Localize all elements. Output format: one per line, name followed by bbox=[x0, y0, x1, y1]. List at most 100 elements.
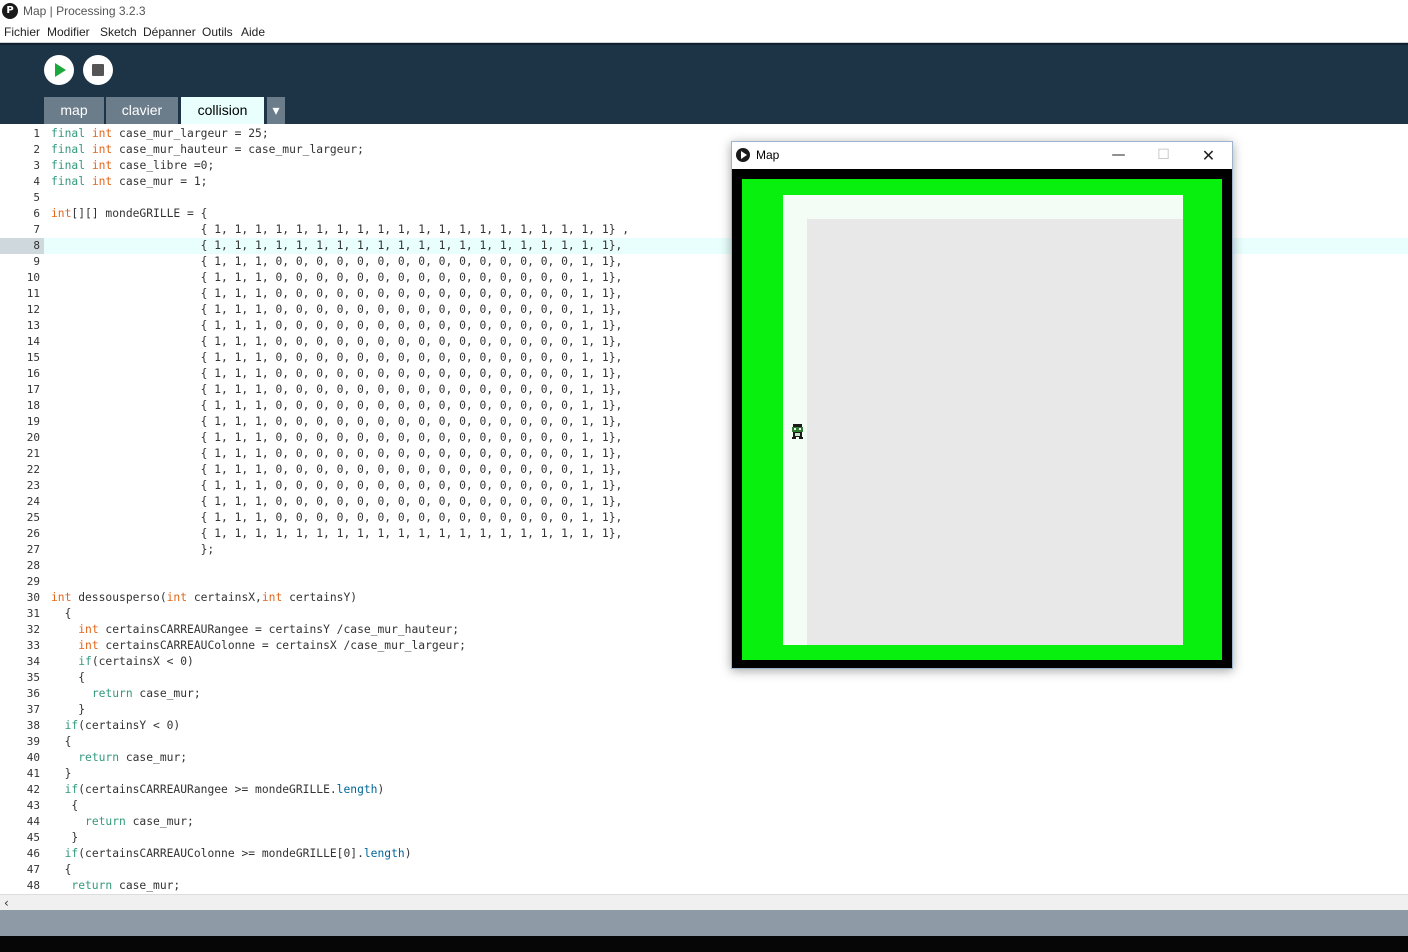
line-number: 4 bbox=[33, 175, 40, 188]
menu-modifier[interactable]: Modifier bbox=[47, 25, 90, 39]
code-line[interactable]: 47 { bbox=[0, 862, 1408, 878]
code-text: { 1, 1, 1, 0, 0, 0, 0, 0, 0, 0, 0, 0, 0,… bbox=[51, 271, 623, 284]
line-number: 14 bbox=[26, 335, 40, 348]
code-line[interactable]: 38 if(certainsY < 0) bbox=[0, 718, 1408, 734]
code-text: { bbox=[51, 607, 72, 620]
line-number: 27 bbox=[26, 543, 40, 556]
line-number: 13 bbox=[26, 319, 40, 332]
line-number: 1 bbox=[33, 127, 40, 140]
line-number: 35 bbox=[26, 671, 40, 684]
line-number: 42 bbox=[26, 783, 40, 796]
code-line[interactable]: 43 { bbox=[0, 798, 1408, 814]
line-number: 6 bbox=[33, 207, 40, 220]
line-number: 25 bbox=[26, 511, 40, 524]
maximize-button[interactable]: ☐ bbox=[1141, 142, 1186, 169]
code-text: { 1, 1, 1, 0, 0, 0, 0, 0, 0, 0, 0, 0, 0,… bbox=[51, 367, 623, 380]
stop-button[interactable] bbox=[83, 55, 113, 85]
code-text: return case_mur; bbox=[85, 815, 194, 828]
code-text: } bbox=[51, 767, 72, 780]
code-text: { 1, 1, 1, 0, 0, 0, 0, 0, 0, 0, 0, 0, 0,… bbox=[51, 415, 623, 428]
line-number: 36 bbox=[26, 687, 40, 700]
processing-run-icon bbox=[736, 148, 750, 162]
line-number: 19 bbox=[26, 415, 40, 428]
code-line[interactable]: 37 } bbox=[0, 702, 1408, 718]
tab-map[interactable]: map bbox=[44, 97, 104, 124]
line-number: 45 bbox=[26, 831, 40, 844]
console-area bbox=[0, 936, 1408, 952]
sketch-window-title: Map bbox=[756, 148, 780, 162]
code-line[interactable]: 36 return case_mur; bbox=[0, 686, 1408, 702]
menu-depanner[interactable]: Dépanner bbox=[143, 25, 196, 39]
player-sprite-icon bbox=[792, 424, 803, 439]
code-line[interactable]: 39 { bbox=[0, 734, 1408, 750]
code-line[interactable]: 46 if(certainsCARREAUColonne >= mondeGRI… bbox=[0, 846, 1408, 862]
line-number: 2 bbox=[33, 143, 40, 156]
floor-area bbox=[807, 219, 1183, 645]
line-number: 31 bbox=[26, 607, 40, 620]
line-number: 22 bbox=[26, 463, 40, 476]
run-button[interactable] bbox=[44, 55, 74, 85]
code-text: { bbox=[51, 863, 72, 876]
tab-clavier[interactable]: clavier bbox=[106, 97, 178, 124]
line-number: 37 bbox=[26, 703, 40, 716]
code-text: { 1, 1, 1, 0, 0, 0, 0, 0, 0, 0, 0, 0, 0,… bbox=[51, 319, 623, 332]
code-text: { bbox=[51, 735, 72, 748]
sketch-window-titlebar[interactable]: Map — ☐ ✕ bbox=[732, 142, 1232, 169]
sketch-canvas[interactable] bbox=[732, 169, 1232, 668]
code-text: return case_mur; bbox=[91, 687, 201, 700]
line-number: 18 bbox=[26, 399, 40, 412]
minimize-button[interactable]: — bbox=[1096, 142, 1141, 169]
menu-aide[interactable]: Aide bbox=[241, 25, 265, 39]
line-number: 48 bbox=[26, 879, 40, 892]
line-number: 39 bbox=[26, 735, 40, 748]
window-title: Map | Processing 3.2.3 bbox=[23, 4, 146, 18]
code-line[interactable]: 35 { bbox=[0, 670, 1408, 686]
code-text: { 1, 1, 1, 1, 1, 1, 1, 1, 1, 1, 1, 1, 1,… bbox=[51, 239, 623, 252]
processing-app-icon: P bbox=[2, 3, 18, 19]
toolbar: map clavier collision ▾ bbox=[0, 43, 1408, 124]
line-number: 30 bbox=[26, 591, 40, 604]
menu-outils[interactable]: Outils bbox=[202, 25, 233, 39]
line-number: 47 bbox=[26, 863, 40, 876]
code-text: { 1, 1, 1, 0, 0, 0, 0, 0, 0, 0, 0, 0, 0,… bbox=[51, 399, 623, 412]
code-line[interactable]: 48 return case_mur; bbox=[0, 878, 1408, 894]
stop-icon bbox=[92, 64, 104, 76]
window-titlebar: P Map | Processing 3.2.3 bbox=[0, 0, 1408, 23]
line-number: 20 bbox=[26, 431, 40, 444]
line-number: 46 bbox=[26, 847, 40, 860]
line-number: 8 bbox=[0, 238, 44, 254]
line-number: 17 bbox=[26, 383, 40, 396]
code-line[interactable]: 44 return case_mur; bbox=[0, 814, 1408, 830]
code-text: { bbox=[51, 671, 86, 684]
code-line[interactable]: 42 if(certainsCARREAURangee >= mondeGRIL… bbox=[0, 782, 1408, 798]
line-number: 3 bbox=[33, 159, 40, 172]
code-line[interactable]: 45 } bbox=[0, 830, 1408, 846]
tab-menu-dropdown[interactable]: ▾ bbox=[267, 97, 285, 124]
code-line[interactable]: 40 return case_mur; bbox=[0, 750, 1408, 766]
play-icon bbox=[55, 63, 66, 77]
code-text: { 1, 1, 1, 0, 0, 0, 0, 0, 0, 0, 0, 0, 0,… bbox=[51, 335, 623, 348]
menu-sketch[interactable]: Sketch bbox=[100, 25, 137, 39]
code-text: { 1, 1, 1, 0, 0, 0, 0, 0, 0, 0, 0, 0, 0,… bbox=[51, 255, 623, 268]
menu-bar: Fichier Modifier Sketch Dépanner Outils … bbox=[0, 23, 1408, 43]
close-button[interactable]: ✕ bbox=[1186, 142, 1231, 169]
code-text: { 1, 1, 1, 0, 0, 0, 0, 0, 0, 0, 0, 0, 0,… bbox=[51, 511, 623, 524]
tab-collision[interactable]: collision bbox=[181, 97, 264, 124]
line-number: 11 bbox=[26, 287, 40, 300]
line-number: 16 bbox=[26, 367, 40, 380]
code-line[interactable]: 41 } bbox=[0, 766, 1408, 782]
line-number: 34 bbox=[26, 655, 40, 668]
line-number: 32 bbox=[26, 623, 40, 636]
line-number: 10 bbox=[26, 271, 40, 284]
line-number: 28 bbox=[26, 559, 40, 572]
code-line[interactable]: 1 final int case_mur_largeur = 25; bbox=[0, 126, 1408, 142]
code-text: } bbox=[51, 831, 79, 844]
line-number: 9 bbox=[33, 255, 40, 268]
code-text: return case_mur; bbox=[78, 751, 188, 764]
line-number: 24 bbox=[26, 495, 40, 508]
horizontal-scrollbar[interactable]: ‹ bbox=[0, 894, 1408, 911]
menu-fichier[interactable]: Fichier bbox=[4, 25, 40, 39]
code-text: final int case_mur_hauteur = case_mur_la… bbox=[51, 143, 364, 156]
code-text: { 1, 1, 1, 0, 0, 0, 0, 0, 0, 0, 0, 0, 0,… bbox=[51, 479, 623, 492]
scroll-left-arrow-icon[interactable]: ‹ bbox=[4, 895, 9, 911]
